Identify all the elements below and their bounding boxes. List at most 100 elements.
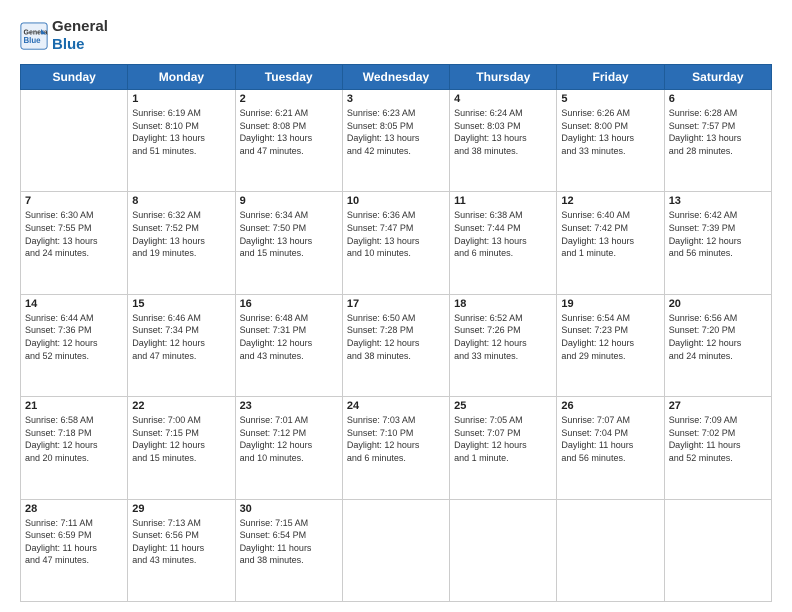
day-number: 6 xyxy=(669,93,767,105)
col-thursday: Thursday xyxy=(450,65,557,90)
cell-daylight-info: Sunrise: 6:48 AM Sunset: 7:31 PM Dayligh… xyxy=(240,312,338,362)
calendar-cell: 16 Sunrise: 6:48 AM Sunset: 7:31 PM Dayli… xyxy=(235,294,342,396)
calendar-cell xyxy=(21,90,128,192)
calendar-cell: 9 Sunrise: 6:34 AM Sunset: 7:50 PM Daylig… xyxy=(235,192,342,294)
calendar-cell: 20 Sunrise: 6:56 AM Sunset: 7:20 PM Dayli… xyxy=(664,294,771,396)
day-number: 11 xyxy=(454,195,552,207)
calendar-cell: 30 Sunrise: 7:15 AM Sunset: 6:54 PM Dayli… xyxy=(235,499,342,601)
day-number: 1 xyxy=(132,93,230,105)
cell-daylight-info: Sunrise: 6:19 AM Sunset: 8:10 PM Dayligh… xyxy=(132,107,230,157)
calendar-cell: 18 Sunrise: 6:52 AM Sunset: 7:26 PM Dayli… xyxy=(450,294,557,396)
day-number: 3 xyxy=(347,93,445,105)
day-number: 13 xyxy=(669,195,767,207)
cell-daylight-info: Sunrise: 6:46 AM Sunset: 7:34 PM Dayligh… xyxy=(132,312,230,362)
cell-daylight-info: Sunrise: 7:00 AM Sunset: 7:15 PM Dayligh… xyxy=(132,414,230,464)
day-number: 29 xyxy=(132,503,230,515)
cell-daylight-info: Sunrise: 6:40 AM Sunset: 7:42 PM Dayligh… xyxy=(561,209,659,259)
calendar-cell: 6 Sunrise: 6:28 AM Sunset: 7:57 PM Daylig… xyxy=(664,90,771,192)
day-number: 27 xyxy=(669,400,767,412)
calendar-cell: 4 Sunrise: 6:24 AM Sunset: 8:03 PM Daylig… xyxy=(450,90,557,192)
day-number: 12 xyxy=(561,195,659,207)
day-number: 28 xyxy=(25,503,123,515)
cell-daylight-info: Sunrise: 6:21 AM Sunset: 8:08 PM Dayligh… xyxy=(240,107,338,157)
day-number: 10 xyxy=(347,195,445,207)
calendar-cell: 1 Sunrise: 6:19 AM Sunset: 8:10 PM Daylig… xyxy=(128,90,235,192)
logo-icon: General Blue xyxy=(20,22,48,50)
calendar-cell: 11 Sunrise: 6:38 AM Sunset: 7:44 PM Dayli… xyxy=(450,192,557,294)
cell-daylight-info: Sunrise: 6:34 AM Sunset: 7:50 PM Dayligh… xyxy=(240,209,338,259)
cell-daylight-info: Sunrise: 6:44 AM Sunset: 7:36 PM Dayligh… xyxy=(25,312,123,362)
calendar-cell: 27 Sunrise: 7:09 AM Sunset: 7:02 PM Dayli… xyxy=(664,397,771,499)
col-sunday: Sunday xyxy=(21,65,128,90)
calendar-cell xyxy=(557,499,664,601)
cell-daylight-info: Sunrise: 6:52 AM Sunset: 7:26 PM Dayligh… xyxy=(454,312,552,362)
calendar-cell: 12 Sunrise: 6:40 AM Sunset: 7:42 PM Dayli… xyxy=(557,192,664,294)
calendar-cell: 15 Sunrise: 6:46 AM Sunset: 7:34 PM Dayli… xyxy=(128,294,235,396)
calendar-cell: 7Sunrise: 6:30 AM Sunset: 7:55 PM Daylig… xyxy=(21,192,128,294)
day-number: 16 xyxy=(240,298,338,310)
cell-daylight-info: Sunrise: 6:30 AM Sunset: 7:55 PM Dayligh… xyxy=(25,209,123,259)
col-saturday: Saturday xyxy=(664,65,771,90)
logo-name: General Blue xyxy=(52,18,108,54)
day-number: 22 xyxy=(132,400,230,412)
day-number: 24 xyxy=(347,400,445,412)
cell-daylight-info: Sunrise: 7:01 AM Sunset: 7:12 PM Dayligh… xyxy=(240,414,338,464)
cell-daylight-info: Sunrise: 7:07 AM Sunset: 7:04 PM Dayligh… xyxy=(561,414,659,464)
col-monday: Monday xyxy=(128,65,235,90)
calendar-cell: 29 Sunrise: 7:13 AM Sunset: 6:56 PM Dayli… xyxy=(128,499,235,601)
day-number: 25 xyxy=(454,400,552,412)
day-number: 20 xyxy=(669,298,767,310)
calendar-cell: 22 Sunrise: 7:00 AM Sunset: 7:15 PM Dayli… xyxy=(128,397,235,499)
calendar-cell xyxy=(664,499,771,601)
day-number: 18 xyxy=(454,298,552,310)
svg-text:Blue: Blue xyxy=(24,36,42,45)
cell-daylight-info: Sunrise: 6:23 AM Sunset: 8:05 PM Dayligh… xyxy=(347,107,445,157)
cell-daylight-info: Sunrise: 6:24 AM Sunset: 8:03 PM Dayligh… xyxy=(454,107,552,157)
cell-daylight-info: Sunrise: 6:26 AM Sunset: 8:00 PM Dayligh… xyxy=(561,107,659,157)
calendar-cell: 14 Sunrise: 6:44 AM Sunset: 7:36 PM Dayli… xyxy=(21,294,128,396)
day-number: 4 xyxy=(454,93,552,105)
header: General Blue General Blue xyxy=(20,18,772,54)
day-number: 9 xyxy=(240,195,338,207)
calendar-cell: 5 Sunrise: 6:26 AM Sunset: 8:00 PM Daylig… xyxy=(557,90,664,192)
day-number: 19 xyxy=(561,298,659,310)
calendar-cell: 8Sunrise: 6:32 AM Sunset: 7:52 PM Daylig… xyxy=(128,192,235,294)
calendar-cell: 23 Sunrise: 7:01 AM Sunset: 7:12 PM Dayli… xyxy=(235,397,342,499)
calendar-cell: 3 Sunrise: 6:23 AM Sunset: 8:05 PM Daylig… xyxy=(342,90,449,192)
day-number: 30 xyxy=(240,503,338,515)
cell-daylight-info: Sunrise: 6:42 AM Sunset: 7:39 PM Dayligh… xyxy=(669,209,767,259)
cell-daylight-info: Sunrise: 6:36 AM Sunset: 7:47 PM Dayligh… xyxy=(347,209,445,259)
calendar-cell: 2 Sunrise: 6:21 AM Sunset: 8:08 PM Daylig… xyxy=(235,90,342,192)
cell-daylight-info: Sunrise: 6:58 AM Sunset: 7:18 PM Dayligh… xyxy=(25,414,123,464)
cell-daylight-info: Sunrise: 6:38 AM Sunset: 7:44 PM Dayligh… xyxy=(454,209,552,259)
calendar-cell: 17Sunrise: 6:50 AM Sunset: 7:28 PM Dayli… xyxy=(342,294,449,396)
logo-general: General xyxy=(52,18,108,35)
cell-daylight-info: Sunrise: 6:28 AM Sunset: 7:57 PM Dayligh… xyxy=(669,107,767,157)
day-number: 2 xyxy=(240,93,338,105)
col-tuesday: Tuesday xyxy=(235,65,342,90)
calendar-cell: 13 Sunrise: 6:42 AM Sunset: 7:39 PM Dayli… xyxy=(664,192,771,294)
col-wednesday: Wednesday xyxy=(342,65,449,90)
calendar-cell: 19Sunrise: 6:54 AM Sunset: 7:23 PM Dayli… xyxy=(557,294,664,396)
calendar-table: Sunday Monday Tuesday Wednesday Thursday… xyxy=(20,64,772,602)
col-friday: Friday xyxy=(557,65,664,90)
cell-daylight-info: Sunrise: 7:03 AM Sunset: 7:10 PM Dayligh… xyxy=(347,414,445,464)
logo-text-block: General Blue xyxy=(52,18,108,54)
calendar-cell: 25Sunrise: 7:05 AM Sunset: 7:07 PM Dayli… xyxy=(450,397,557,499)
logo-blue: Blue xyxy=(52,36,85,53)
cell-daylight-info: Sunrise: 7:15 AM Sunset: 6:54 PM Dayligh… xyxy=(240,517,338,567)
cell-daylight-info: Sunrise: 7:11 AM Sunset: 6:59 PM Dayligh… xyxy=(25,517,123,567)
cell-daylight-info: Sunrise: 7:09 AM Sunset: 7:02 PM Dayligh… xyxy=(669,414,767,464)
day-number: 17 xyxy=(347,298,445,310)
day-number: 23 xyxy=(240,400,338,412)
calendar-cell: 28 Sunrise: 7:11 AM Sunset: 6:59 PM Dayli… xyxy=(21,499,128,601)
cell-daylight-info: Sunrise: 7:13 AM Sunset: 6:56 PM Dayligh… xyxy=(132,517,230,567)
day-number: 5 xyxy=(561,93,659,105)
day-number: 14 xyxy=(25,298,123,310)
calendar-cell: 21Sunrise: 6:58 AM Sunset: 7:18 PM Dayli… xyxy=(21,397,128,499)
day-number: 15 xyxy=(132,298,230,310)
cell-daylight-info: Sunrise: 6:32 AM Sunset: 7:52 PM Dayligh… xyxy=(132,209,230,259)
calendar-cell: 24 Sunrise: 7:03 AM Sunset: 7:10 PM Dayli… xyxy=(342,397,449,499)
calendar-cell xyxy=(450,499,557,601)
cell-daylight-info: Sunrise: 6:56 AM Sunset: 7:20 PM Dayligh… xyxy=(669,312,767,362)
